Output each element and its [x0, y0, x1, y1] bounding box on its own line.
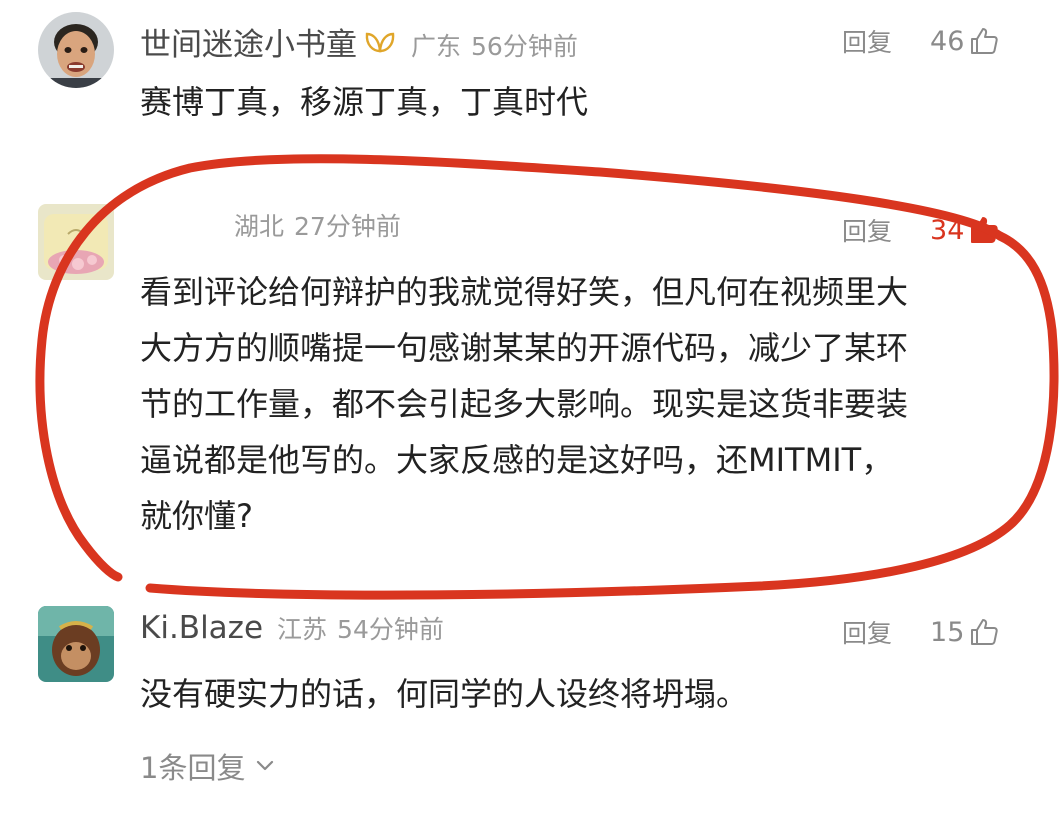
- chevron-down-icon: [257, 760, 274, 771]
- reply-button[interactable]: 回复: [842, 614, 892, 650]
- like-count: 34: [930, 214, 965, 246]
- comment-actions: 回复 34: [842, 208, 1000, 252]
- avatar[interactable]: [38, 204, 114, 280]
- replies-count-label: 1条回复: [140, 751, 246, 785]
- comment-text-line: 就你懂?: [140, 497, 253, 535]
- avatar[interactable]: [38, 606, 114, 682]
- timestamp: 27分钟前: [294, 212, 401, 241]
- comment-text-line: 节的工作量，都不会引起多大影响。现实是这货非要装: [140, 385, 909, 423]
- timestamp: 54分钟前: [337, 615, 444, 644]
- comment-actions: 回复 46: [842, 19, 1000, 63]
- comment-actions: 回复 15: [842, 610, 1000, 654]
- comment-text-line: 逼说都是他写的。大家反感的是这好吗，还MITMIT，: [140, 441, 894, 479]
- reply-button[interactable]: 回复: [842, 23, 892, 59]
- location: 湖北: [234, 212, 285, 241]
- comment-meta: 世间迷途小书童 广东 56分钟前: [140, 19, 578, 63]
- thumbs-up-icon[interactable]: [968, 25, 1000, 57]
- like-count: 46: [930, 25, 965, 57]
- view-replies-link[interactable]: 1条回复: [140, 745, 275, 787]
- comment-text: 没有硬实力的话，何同学的人设终将坍塌。: [140, 675, 749, 713]
- username[interactable]: Ki.Blaze: [140, 610, 263, 646]
- comment-meta: 湖北 27分钟前: [140, 207, 401, 251]
- comment-text-line: 大方方的顺嘴提一句感谢某某的开源代码，减少了某环: [140, 329, 909, 367]
- thumbs-up-icon[interactable]: [968, 214, 1000, 246]
- comment-text: 赛博丁真，移源丁真，丁真时代: [140, 83, 589, 121]
- username[interactable]: 世间迷途小书童: [140, 19, 357, 64]
- comment-text: 看到评论给何辩护的我就觉得好笑，但凡何在视频里大 大方方的顺嘴提一句感谢某某的开…: [140, 264, 1030, 544]
- reply-button[interactable]: 回复: [842, 212, 892, 248]
- avatar[interactable]: [38, 12, 114, 88]
- thumbs-up-icon[interactable]: [968, 616, 1000, 648]
- like-count: 15: [930, 616, 965, 648]
- location: 江苏: [277, 615, 328, 644]
- timestamp: 56分钟前: [471, 32, 578, 61]
- comment-meta: Ki.Blaze 江苏 54分钟前: [140, 610, 444, 654]
- location: 广东: [411, 32, 462, 61]
- wing-badge-icon: [363, 29, 397, 62]
- comment-text-line: 看到评论给何辩护的我就觉得好笑，但凡何在视频里大: [140, 273, 909, 311]
